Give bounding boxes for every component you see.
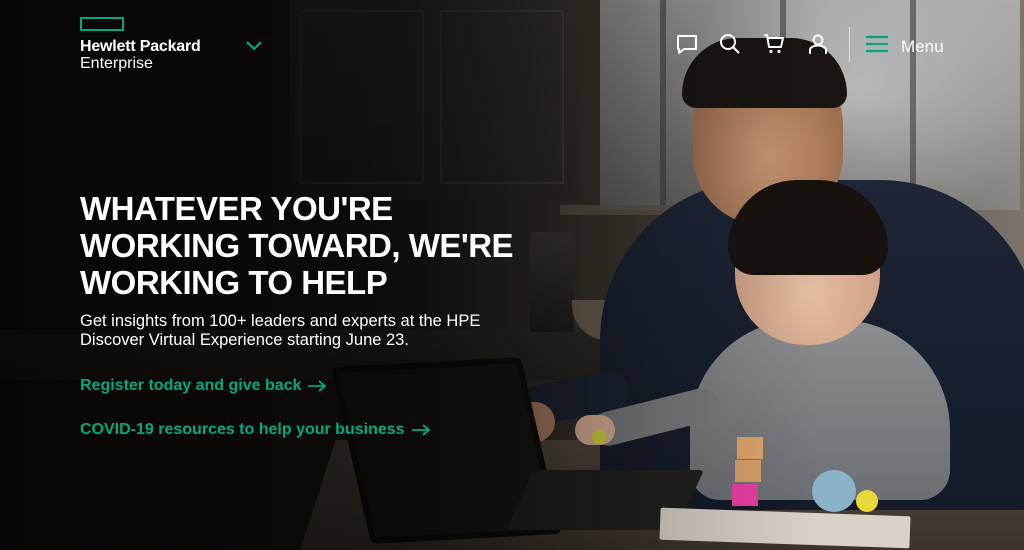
arrow-right-icon bbox=[411, 424, 430, 436]
logo-line-2: Enterprise bbox=[80, 55, 153, 72]
hero-subtext: Get insights from 100+ leaders and exper… bbox=[80, 312, 481, 349]
header-divider bbox=[849, 27, 850, 62]
hamburger-icon bbox=[865, 32, 889, 61]
menu-button[interactable]: Menu bbox=[865, 32, 944, 61]
user-icon[interactable] bbox=[806, 32, 830, 56]
cart-icon[interactable] bbox=[762, 32, 786, 56]
covid-resources-link-label: COVID-19 resources to help your business bbox=[80, 421, 405, 438]
chat-icon[interactable] bbox=[675, 32, 699, 56]
logo-element-rectangle bbox=[80, 17, 124, 31]
arrow-right-icon bbox=[308, 380, 327, 392]
register-link-label: Register today and give back bbox=[80, 377, 302, 394]
hpe-logo[interactable]: Hewlett Packard Enterprise bbox=[80, 17, 201, 73]
search-icon[interactable] bbox=[718, 32, 742, 56]
logo-line-1: Hewlett Packard bbox=[80, 38, 201, 55]
register-link[interactable]: Register today and give back bbox=[80, 377, 327, 395]
hero-headline: WHATEVER YOU'RE WORKING TOWARD, WE'RE WO… bbox=[80, 190, 514, 301]
covid-resources-link[interactable]: COVID-19 resources to help your business bbox=[80, 421, 431, 439]
chevron-down-icon[interactable] bbox=[246, 39, 262, 57]
menu-label: Menu bbox=[901, 36, 944, 56]
